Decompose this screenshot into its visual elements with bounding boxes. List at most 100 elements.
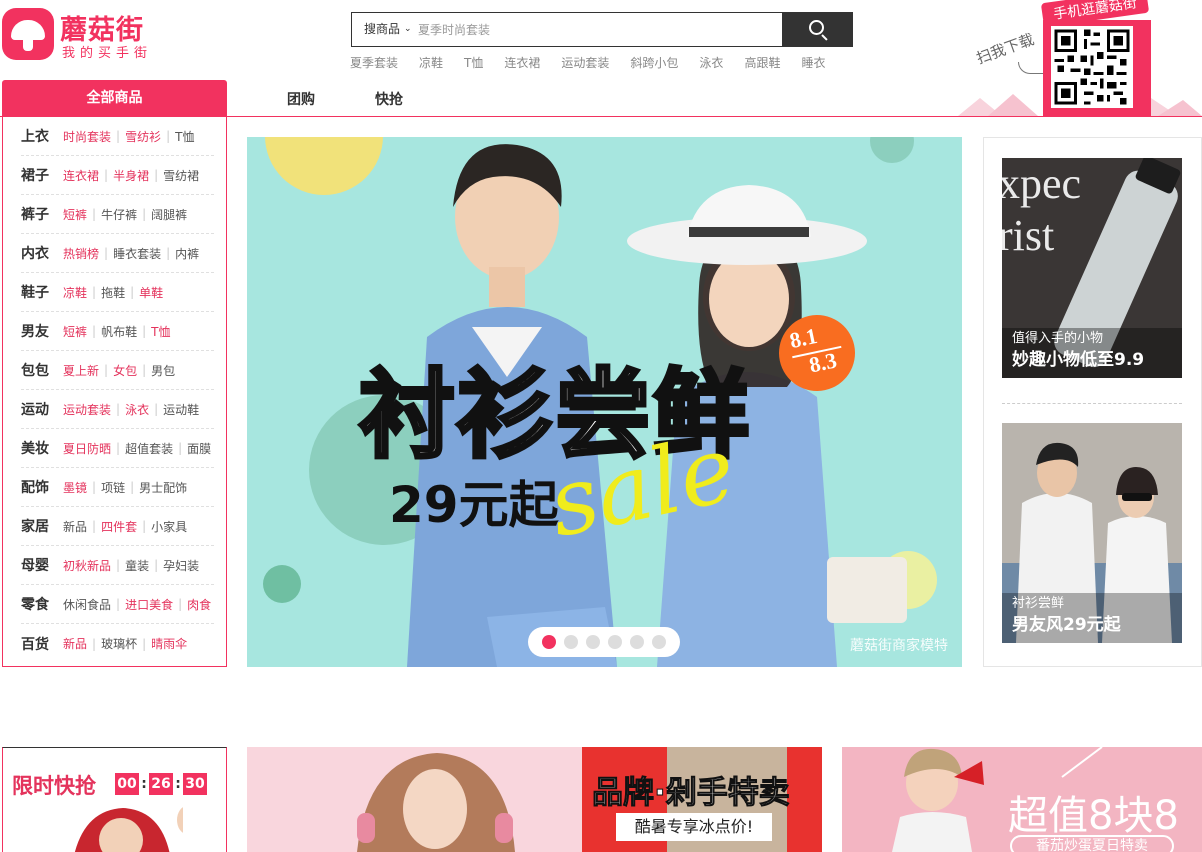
category-link[interactable]: 帆布鞋 xyxy=(101,323,137,340)
category-link[interactable]: 小家具 xyxy=(151,518,187,535)
category-link[interactable]: 雪纺衫 xyxy=(125,128,161,145)
category-link[interactable]: 女包 xyxy=(113,362,137,379)
nav-all-goods-tab[interactable]: 全部商品 xyxy=(2,80,227,117)
category-name[interactable]: 美妆 xyxy=(21,438,63,458)
category-name[interactable]: 运动 xyxy=(21,399,63,419)
category-row: 美妆 夏日防晒 | 超值套装 | 面膜 xyxy=(21,429,214,468)
qr-code-icon[interactable] xyxy=(1051,26,1133,108)
category-name[interactable]: 家居 xyxy=(21,516,63,536)
category-link[interactable]: 面膜 xyxy=(187,440,211,457)
promo-card-1[interactable]: xpec rist 值得入手的小物 妙趣小物低至9.9 xyxy=(1002,158,1182,378)
flash-sale-panel[interactable]: 限时快抢 00 : 26 : 30 xyxy=(2,747,227,852)
search-type-select[interactable]: 搜商品 ⌄ xyxy=(352,13,418,46)
category-link[interactable]: 雪纺裙 xyxy=(163,167,199,184)
category-link[interactable]: 时尚套装 xyxy=(63,128,111,145)
category-link[interactable]: 运动套装 xyxy=(63,401,111,418)
super-value-banner[interactable]: 超值8块8 番茄炒蛋夏日特卖 xyxy=(842,747,1202,852)
category-separator: | xyxy=(92,324,97,338)
hot-word-link[interactable]: 凉鞋 xyxy=(419,54,443,71)
category-name[interactable]: 内衣 xyxy=(21,243,63,263)
category-separator: | xyxy=(116,129,121,143)
search-type-label: 搜商品 xyxy=(364,22,401,36)
category-link[interactable]: 拖鞋 xyxy=(101,284,125,301)
carousel-dot[interactable] xyxy=(542,635,556,649)
hot-word-link[interactable]: T恤 xyxy=(464,54,483,71)
hot-word-link[interactable]: 泳衣 xyxy=(699,54,723,71)
category-name[interactable]: 上衣 xyxy=(21,126,63,146)
hot-word-link[interactable]: 运动套装 xyxy=(561,54,609,71)
category-link[interactable]: 项链 xyxy=(101,479,125,496)
category-link[interactable]: 运动鞋 xyxy=(163,401,199,418)
nav-link-flash[interactable]: 快抢 xyxy=(375,89,403,109)
category-link[interactable]: 泳衣 xyxy=(125,401,149,418)
carousel-dot[interactable] xyxy=(608,635,622,649)
category-row: 内衣 热销榜 | 睡衣套装 | 内裤 xyxy=(21,234,214,273)
promo-card-2[interactable]: 衬衫尝鲜 男友风29元起 xyxy=(1002,423,1182,643)
carousel-dot[interactable] xyxy=(586,635,600,649)
category-name[interactable]: 男友 xyxy=(21,321,63,341)
hot-word-link[interactable]: 夏季套装 xyxy=(350,54,398,71)
logo-icon[interactable] xyxy=(2,8,54,60)
category-link[interactable]: 牛仔裤 xyxy=(101,206,137,223)
carousel-dot[interactable] xyxy=(652,635,666,649)
category-link[interactable]: 墨镜 xyxy=(63,479,87,496)
category-link[interactable]: 休闲食品 xyxy=(63,596,111,613)
category-link[interactable]: 进口美食 xyxy=(125,596,173,613)
main-banner[interactable]: 衬衫尝鲜 sale 29元起 8.1 8.3 蘑菇街商家模特 xyxy=(247,137,962,667)
category-link[interactable]: 短裤 xyxy=(63,206,87,223)
category-link[interactable]: 夏上新 xyxy=(63,362,99,379)
category-link[interactable]: 晴雨伞 xyxy=(151,635,187,652)
category-link[interactable]: 初秋新品 xyxy=(63,557,111,574)
nav-link-group-buy[interactable]: 团购 xyxy=(287,89,315,109)
category-link[interactable]: 阔腿裤 xyxy=(151,206,187,223)
category-separator: | xyxy=(142,636,147,651)
category-link[interactable]: 男士配饰 xyxy=(139,479,187,496)
category-link[interactable]: 肉食 xyxy=(187,596,211,613)
hot-word-link[interactable]: 连衣裙 xyxy=(504,54,540,71)
category-separator: | xyxy=(154,558,159,572)
category-link[interactable]: 内裤 xyxy=(175,245,199,262)
date-start: 8.1 xyxy=(787,322,820,354)
category-separator: | xyxy=(92,519,97,533)
category-link[interactable]: 睡衣套装 xyxy=(113,245,161,262)
category-link[interactable]: 男包 xyxy=(151,362,175,379)
category-name[interactable]: 裤子 xyxy=(21,204,63,224)
category-link[interactable]: 凉鞋 xyxy=(63,284,87,301)
category-link[interactable]: 超值套装 xyxy=(125,440,173,457)
category-link[interactable]: T恤 xyxy=(175,128,194,145)
category-link[interactable]: 连衣裙 xyxy=(63,167,99,184)
category-name[interactable]: 百货 xyxy=(21,634,63,654)
category-link[interactable]: 童装 xyxy=(125,557,149,574)
bottom-promo-row: 限时快抢 00 : 26 : 30 品牌·剁手特卖 酷暑专享冰点价! 超值8块8… xyxy=(2,747,1202,852)
category-name[interactable]: 零食 xyxy=(21,594,63,614)
category-name[interactable]: 鞋子 xyxy=(21,282,63,302)
category-link[interactable]: 玻璃杯 xyxy=(101,635,137,652)
category-link[interactable]: 单鞋 xyxy=(139,284,163,301)
category-link[interactable]: 新品 xyxy=(63,635,87,652)
category-link[interactable]: 孕妇装 xyxy=(163,557,199,574)
category-separator: | xyxy=(154,168,159,182)
category-row: 母婴 初秋新品 | 童装 | 孕妇装 xyxy=(21,546,214,585)
hot-word-link[interactable]: 睡衣 xyxy=(801,54,825,71)
category-link[interactable]: T恤 xyxy=(151,323,170,340)
promo-divider xyxy=(1002,403,1182,404)
search-input[interactable] xyxy=(418,13,782,46)
category-link[interactable]: 四件套 xyxy=(101,518,137,535)
category-separator: | xyxy=(116,597,121,611)
category-name[interactable]: 配饰 xyxy=(21,477,63,497)
hot-word-link[interactable]: 斜跨小包 xyxy=(630,54,678,71)
brand-sale-banner[interactable]: 品牌·剁手特卖 酷暑专享冰点价! xyxy=(247,747,822,852)
category-link[interactable]: 短裤 xyxy=(63,323,87,340)
timer-colon: : xyxy=(141,776,147,792)
carousel-dot[interactable] xyxy=(630,635,644,649)
category-link[interactable]: 半身裙 xyxy=(113,167,149,184)
category-link[interactable]: 新品 xyxy=(63,518,87,535)
category-link[interactable]: 热销榜 xyxy=(63,245,99,262)
search-button[interactable] xyxy=(782,12,853,47)
hot-word-link[interactable]: 高跟鞋 xyxy=(744,54,780,71)
category-link[interactable]: 夏日防晒 xyxy=(63,440,111,457)
category-name[interactable]: 包包 xyxy=(21,360,63,380)
category-name[interactable]: 母婴 xyxy=(21,555,63,575)
category-name[interactable]: 裙子 xyxy=(21,165,63,185)
carousel-dot[interactable] xyxy=(564,635,578,649)
